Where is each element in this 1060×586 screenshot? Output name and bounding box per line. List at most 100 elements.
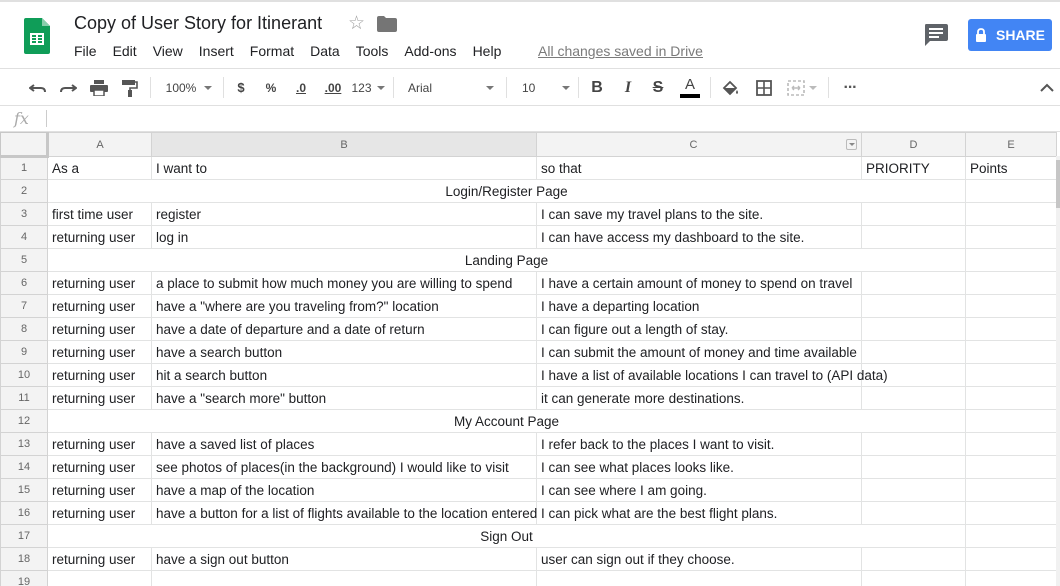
cell-c[interactable]: I have a certain amount of money to spen… bbox=[536, 271, 862, 295]
redo-button[interactable] bbox=[56, 69, 80, 106]
row-header[interactable]: 17 bbox=[0, 524, 48, 548]
cell-e[interactable] bbox=[965, 340, 1057, 364]
cell-a[interactable]: As a bbox=[47, 156, 152, 180]
select-all-corner[interactable] bbox=[0, 132, 49, 158]
cell-e[interactable]: Points bbox=[965, 156, 1057, 180]
cell-e[interactable] bbox=[965, 202, 1057, 226]
font-family-select[interactable]: Arial bbox=[400, 69, 498, 106]
cell-b[interactable]: a place to submit how much money you are… bbox=[151, 271, 537, 295]
cell-e[interactable] bbox=[965, 363, 1057, 387]
vertical-scrollbar-track[interactable] bbox=[1056, 156, 1060, 586]
cell-b[interactable]: have a date of departure and a date of r… bbox=[151, 317, 537, 341]
cell-a[interactable]: returning user bbox=[47, 317, 152, 341]
section-header-cell[interactable]: Login/Register Page bbox=[47, 179, 966, 203]
cell-b[interactable] bbox=[151, 570, 537, 586]
save-status[interactable]: All changes saved in Drive bbox=[538, 43, 703, 59]
collapse-toolbar-button[interactable] bbox=[1036, 69, 1058, 106]
menu-insert[interactable]: Insert bbox=[199, 43, 234, 59]
cell-b[interactable]: have a saved list of places bbox=[151, 432, 537, 456]
document-title[interactable]: Copy of User Story for Itinerant bbox=[74, 13, 322, 34]
italic-button[interactable]: I bbox=[617, 69, 639, 106]
cell-e[interactable] bbox=[965, 478, 1057, 502]
cell-e[interactable] bbox=[965, 432, 1057, 456]
section-header-cell[interactable]: Landing Page bbox=[47, 248, 966, 272]
cell-d[interactable] bbox=[861, 294, 966, 318]
cell-e[interactable] bbox=[965, 455, 1057, 479]
folder-icon[interactable] bbox=[377, 16, 397, 32]
more-formats-select[interactable]: 123 bbox=[350, 69, 386, 106]
column-header-d[interactable]: D bbox=[861, 132, 966, 157]
cell-e[interactable] bbox=[965, 547, 1057, 571]
print-button[interactable] bbox=[87, 69, 111, 106]
paint-format-button[interactable] bbox=[118, 69, 142, 106]
cell-a[interactable] bbox=[47, 570, 152, 586]
menu-add-ons[interactable]: Add-ons bbox=[404, 43, 456, 59]
row-header[interactable]: 19 bbox=[0, 570, 48, 586]
row-header[interactable]: 13 bbox=[0, 432, 48, 456]
row-header[interactable]: 11 bbox=[0, 386, 48, 410]
cell-c[interactable]: I refer back to the places I want to vis… bbox=[536, 432, 862, 456]
increase-decimals-button[interactable]: .00 bbox=[320, 69, 346, 106]
formula-input[interactable] bbox=[52, 109, 1042, 129]
cell-e[interactable] bbox=[965, 386, 1057, 410]
column-header-a[interactable]: A bbox=[47, 132, 152, 157]
cell-c[interactable]: I have a list of available locations I c… bbox=[536, 363, 888, 387]
row-header[interactable]: 9 bbox=[0, 340, 48, 364]
cell-c[interactable]: I can pick what are the best flight plan… bbox=[536, 501, 862, 525]
cell-e[interactable] bbox=[965, 570, 1057, 586]
row-header[interactable]: 3 bbox=[0, 202, 48, 226]
cell-c[interactable] bbox=[536, 570, 862, 586]
cell-d[interactable] bbox=[861, 547, 966, 571]
cell-b[interactable]: log in bbox=[151, 225, 537, 249]
merge-cells-button[interactable] bbox=[782, 69, 822, 106]
share-button[interactable]: SHARE bbox=[968, 19, 1052, 51]
row-header[interactable]: 7 bbox=[0, 294, 48, 318]
cell-a[interactable]: returning user bbox=[47, 363, 152, 387]
cell-a[interactable]: first time user bbox=[47, 202, 152, 226]
cell-a[interactable]: returning user bbox=[47, 271, 152, 295]
column-menu-icon[interactable] bbox=[846, 138, 857, 150]
cell-a[interactable]: returning user bbox=[47, 501, 152, 525]
cell-e[interactable] bbox=[965, 294, 1057, 318]
cell-d[interactable] bbox=[861, 340, 966, 364]
cell-b[interactable]: have a search button bbox=[151, 340, 537, 364]
cell[interactable] bbox=[965, 248, 1057, 272]
row-header[interactable]: 2 bbox=[0, 179, 48, 203]
row-header[interactable]: 6 bbox=[0, 271, 48, 295]
undo-button[interactable] bbox=[26, 69, 50, 106]
column-header-c[interactable]: C bbox=[536, 132, 862, 157]
cell-a[interactable]: returning user bbox=[47, 225, 152, 249]
menu-view[interactable]: View bbox=[153, 43, 183, 59]
cell-d[interactable] bbox=[861, 501, 966, 525]
zoom-select[interactable]: 100% bbox=[160, 69, 218, 106]
strikethrough-button[interactable]: S bbox=[647, 69, 669, 106]
row-header[interactable]: 1 bbox=[0, 156, 48, 180]
cell-d[interactable] bbox=[861, 432, 966, 456]
row-header[interactable]: 14 bbox=[0, 455, 48, 479]
section-header-cell[interactable]: My Account Page bbox=[47, 409, 966, 433]
cell-b[interactable]: see photos of places(in the background) … bbox=[151, 455, 537, 479]
cell-c[interactable]: I can see where I am going. bbox=[536, 478, 862, 502]
column-header-b[interactable]: B bbox=[151, 132, 537, 157]
font-size-select[interactable]: 10 bbox=[514, 69, 574, 106]
menu-file[interactable]: File bbox=[74, 43, 97, 59]
cell-c[interactable]: so that bbox=[536, 156, 862, 180]
bold-button[interactable]: B bbox=[586, 69, 608, 106]
more-options-button[interactable]: ··· bbox=[836, 69, 864, 106]
decrease-decimals-button[interactable]: .0 bbox=[289, 69, 313, 106]
cell-d[interactable] bbox=[861, 202, 966, 226]
cell-c[interactable]: I have a departing location bbox=[536, 294, 862, 318]
cell-a[interactable]: returning user bbox=[47, 432, 152, 456]
cell-d[interactable] bbox=[861, 570, 966, 586]
menu-tools[interactable]: Tools bbox=[356, 43, 389, 59]
cell-b[interactable]: have a map of the location bbox=[151, 478, 537, 502]
cell[interactable] bbox=[965, 524, 1057, 548]
star-icon[interactable]: ☆ bbox=[348, 13, 365, 35]
row-header[interactable]: 10 bbox=[0, 363, 48, 387]
row-header[interactable]: 16 bbox=[0, 501, 48, 525]
cell-e[interactable] bbox=[965, 501, 1057, 525]
cell-d[interactable] bbox=[861, 478, 966, 502]
cell-c[interactable]: user can sign out if they choose. bbox=[536, 547, 862, 571]
cell-a[interactable]: returning user bbox=[47, 547, 152, 571]
cell-d[interactable] bbox=[861, 271, 966, 295]
